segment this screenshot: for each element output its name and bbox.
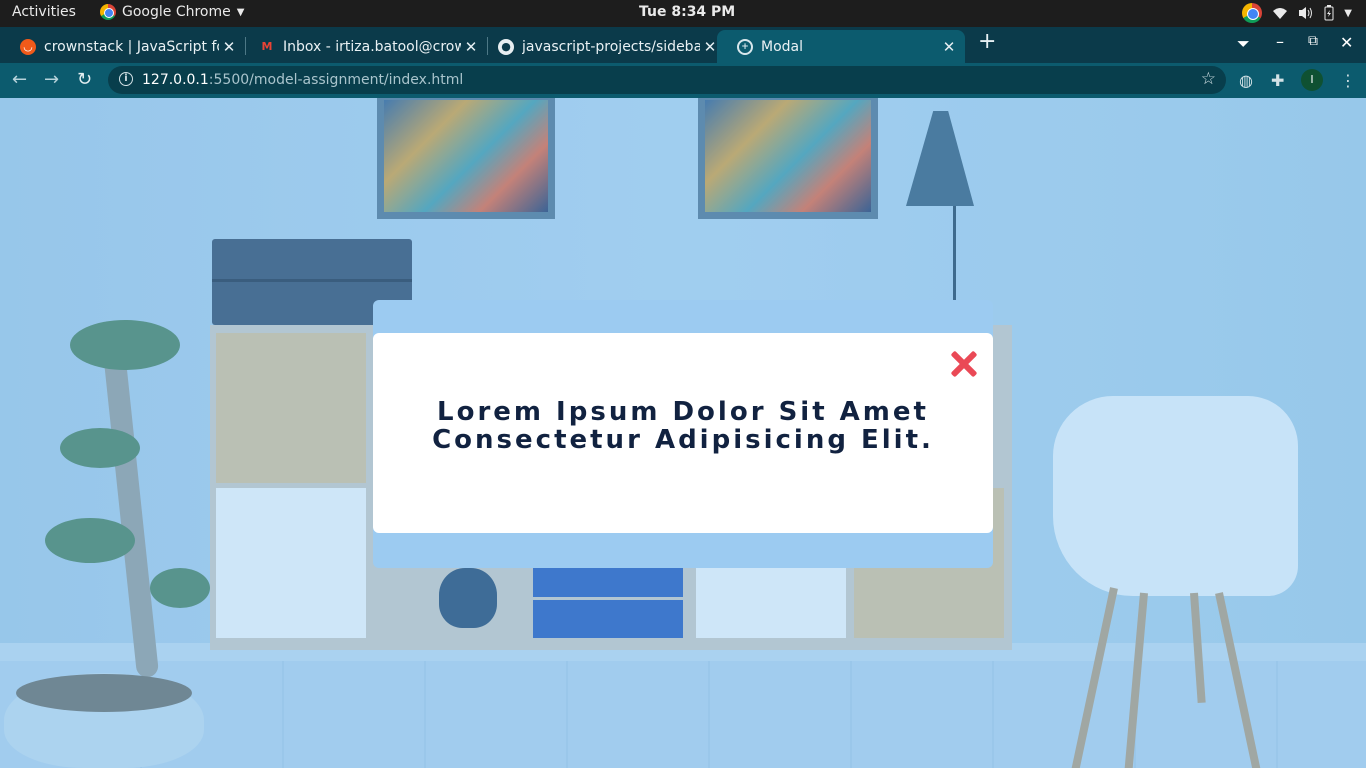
extensions-puzzle-icon[interactable]: ✚ [1271,71,1284,90]
close-icon[interactable]: ✕ [939,38,959,56]
url-host: 127.0.0.1 [142,72,209,88]
crownstack-icon: ◡ [20,38,36,55]
wifi-icon [1273,8,1288,19]
chrome-menu-icon[interactable]: ⋮ [1340,71,1356,90]
address-bar[interactable]: i 127.0.0.1:5500/model-assignment/index.… [108,66,1226,94]
tab-title: crownstack | JavaScript fo [44,38,219,55]
close-x-icon[interactable] [948,348,980,380]
system-tray[interactable]: ▼ [1242,3,1352,23]
modal-message-line-2: Consectetur Adipisicing Elit. [432,425,934,455]
gmail-icon: M [261,40,273,53]
profile-avatar[interactable]: I [1301,69,1323,91]
activities-button[interactable]: Activities [12,4,76,20]
modal-message: Lorem Ipsum Dolor Sit Amet Consectetur A… [373,398,993,454]
new-tab-button[interactable]: + [978,29,996,54]
tab-crownstack[interactable]: ◡ crownstack | JavaScript fo ✕ [0,30,245,63]
app-menu-label: Google Chrome [122,4,231,20]
battery-icon [1324,5,1334,21]
tab-modal[interactable]: + Modal ✕ [717,30,965,63]
restore-icon[interactable]: ⧉ [1308,33,1318,49]
window-close-icon[interactable]: ✕ [1340,33,1353,52]
tab-title: javascript-projects/sideba [522,38,700,55]
url-path: :5500/model-assignment/index.html [208,72,464,88]
modal-message-line-1: Lorem Ipsum Dolor Sit Amet [437,397,929,427]
back-arrow-icon[interactable]: ← [12,69,27,90]
tab-gmail-inbox[interactable]: M Inbox - irtiza.batool@crow ✕ [239,30,487,63]
close-icon[interactable]: ✕ [219,38,239,56]
system-top-bar: Activities Google Chrome ▼ Tue 8:34 PM ▼ [0,0,1366,27]
chrome-icon [1242,3,1263,23]
translate-globe-icon[interactable]: ◍ [1239,71,1253,90]
chrome-icon [100,4,116,20]
info-icon[interactable]: i [119,72,133,86]
chevron-down-icon: ▼ [236,6,245,18]
tab-title: Inbox - irtiza.batool@crow [283,38,461,55]
browser-toolbar: ← → ↻ i 127.0.0.1:5500/model-assignment/… [0,63,1366,98]
power-menu-icon: ▼ [1344,7,1352,19]
globe-icon: + [737,38,753,55]
github-icon: ● [498,38,514,55]
clock[interactable]: Tue 8:34 PM [639,4,735,20]
tab-search-icon[interactable]: ⏷ [1237,34,1250,54]
reload-icon[interactable]: ↻ [77,69,92,90]
tab-github[interactable]: ● javascript-projects/sideba ✕ [478,30,726,63]
bookmark-star-icon[interactable]: ☆ [1201,69,1216,89]
forward-arrow-icon[interactable]: → [44,69,59,90]
volume-icon [1299,7,1313,19]
minimize-icon[interactable]: – [1276,32,1284,51]
tab-title: Modal [761,38,803,55]
tab-strip: ◡ crownstack | JavaScript fo ✕ M Inbox -… [0,27,1366,63]
url-text: 127.0.0.1:5500/model-assignment/index.ht… [142,72,463,88]
app-menu[interactable]: Google Chrome ▼ [100,4,244,20]
page-viewport: Lorem Ipsum Dolor Sit Amet Consectetur A… [0,98,1366,768]
